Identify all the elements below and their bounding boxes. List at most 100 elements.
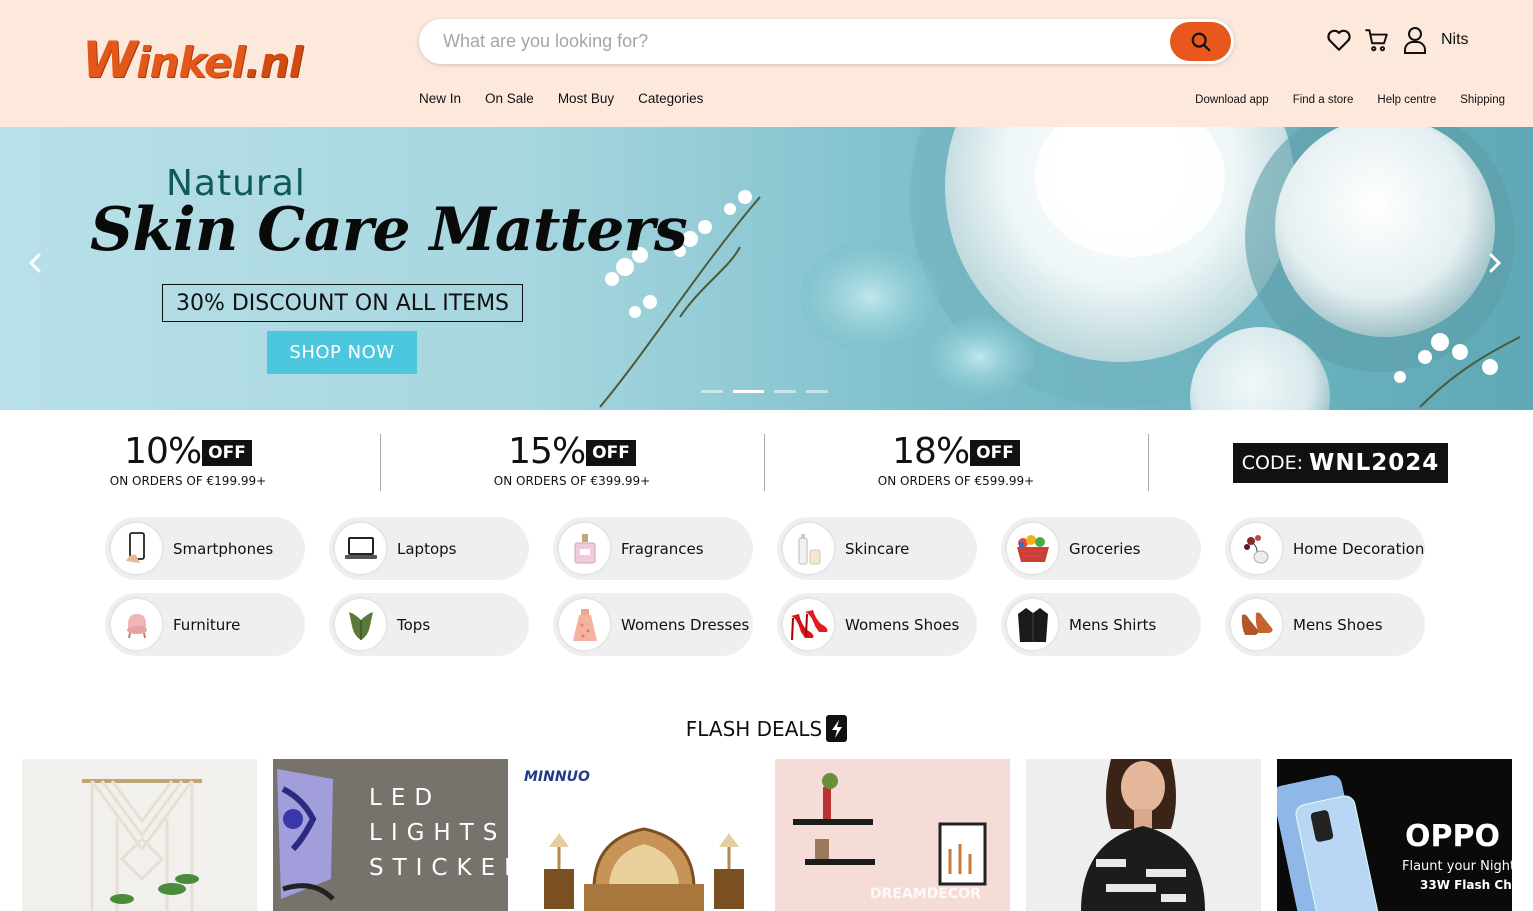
promo-code[interactable]: CODE: WNL2024 bbox=[1233, 443, 1448, 483]
category-thumb bbox=[1005, 597, 1060, 652]
cart-icon bbox=[1365, 29, 1388, 52]
offer-18: 18% OFF ON ORDERS OF €599.99+ bbox=[836, 430, 1076, 489]
shop-now-button[interactable]: SHOP NOW bbox=[267, 331, 417, 374]
category-name: Groceries bbox=[1069, 539, 1141, 558]
macrame-wall-hanging-image bbox=[82, 779, 202, 911]
nav-most-buy[interactable]: Most Buy bbox=[558, 90, 614, 108]
user-name[interactable]: Nits bbox=[1441, 31, 1469, 49]
category-womens-dresses[interactable]: Womens Dresses bbox=[553, 593, 753, 656]
nav-download-app[interactable]: Download app bbox=[1195, 92, 1269, 108]
category-name: Tops bbox=[397, 615, 431, 634]
search-input[interactable] bbox=[443, 19, 1163, 64]
carousel-indicators bbox=[701, 390, 838, 393]
header-actions: Nits bbox=[1325, 26, 1469, 54]
offer-off-badge: OFF bbox=[586, 440, 636, 466]
offer-10: 10% OFF ON ORDERS OF €199.99+ bbox=[68, 430, 308, 489]
flash-deals-title: FLASH DEALS bbox=[685, 716, 823, 741]
nav-new-in[interactable]: New In bbox=[419, 90, 461, 108]
category-name: Laptops bbox=[397, 539, 457, 558]
search-button[interactable] bbox=[1170, 22, 1231, 61]
cart-button[interactable] bbox=[1363, 26, 1391, 54]
category-home-decoration[interactable]: Home Decoration bbox=[1225, 517, 1425, 580]
carousel-dot-active[interactable] bbox=[733, 390, 764, 393]
category-name: Fragrances bbox=[621, 539, 704, 558]
chevron-left-icon bbox=[28, 253, 41, 273]
category-thumb bbox=[333, 521, 388, 576]
carousel-next-button[interactable] bbox=[1483, 251, 1507, 275]
category-thumb bbox=[557, 521, 612, 576]
offer-divider bbox=[764, 434, 765, 491]
category-thumb bbox=[1005, 521, 1060, 576]
flash-deal-led-stickers[interactable]: LED LIGHTS STICKER bbox=[273, 759, 508, 911]
carousel-prev-button[interactable] bbox=[23, 251, 47, 275]
main-nav: New In On Sale Most Buy Categories bbox=[419, 90, 727, 108]
perfume-icon bbox=[574, 533, 595, 563]
category-womens-shoes[interactable]: Womens Shoes bbox=[777, 593, 977, 656]
high-heel-icon bbox=[790, 609, 827, 640]
carousel-dot[interactable] bbox=[806, 390, 828, 393]
user-icon bbox=[1404, 27, 1426, 54]
carousel-dot[interactable] bbox=[701, 390, 723, 393]
deal-oppo-charge: 33W Flash Cha bbox=[1420, 878, 1512, 892]
category-mens-shoes[interactable]: Mens Shoes bbox=[1225, 593, 1425, 656]
flash-deal-bed[interactable]: MINNUO bbox=[524, 759, 759, 911]
category-name: Skincare bbox=[845, 539, 910, 558]
category-thumb bbox=[781, 597, 836, 652]
category-groceries[interactable]: Groceries bbox=[1001, 517, 1201, 580]
site-logo[interactable]: Winkel .nl bbox=[82, 34, 303, 89]
category-name: Mens Shoes bbox=[1293, 615, 1383, 634]
offer-percent: 15% bbox=[508, 431, 586, 472]
deal-led-line2: LIGHTS bbox=[369, 820, 507, 846]
nav-categories[interactable]: Categories bbox=[638, 90, 703, 108]
lightning-icon bbox=[826, 715, 848, 742]
offer-divider bbox=[380, 434, 381, 491]
category-fragrances[interactable]: Fragrances bbox=[553, 517, 753, 580]
nav-shipping[interactable]: Shipping bbox=[1460, 92, 1505, 108]
nav-find-store[interactable]: Find a store bbox=[1293, 92, 1354, 108]
wishlist-button[interactable] bbox=[1325, 26, 1353, 54]
nav-help-centre[interactable]: Help centre bbox=[1377, 92, 1436, 108]
category-laptops[interactable]: Laptops bbox=[329, 517, 529, 580]
flash-deal-oppo-phone[interactable]: OPPO F Flaunt your Night 33W Flash Cha bbox=[1277, 759, 1512, 911]
category-name: Womens Shoes bbox=[845, 615, 960, 634]
grocery-basket-icon bbox=[1016, 534, 1049, 562]
offer-off-badge: OFF bbox=[970, 440, 1020, 466]
offer-condition: ON ORDERS OF €399.99+ bbox=[493, 474, 651, 488]
site-header: Winkel.nl Nits New In On Sale Most Buy C… bbox=[0, 0, 1533, 127]
promo-code-value: WNL2024 bbox=[1308, 450, 1440, 476]
dress-icon bbox=[572, 608, 597, 641]
classic-bed-image bbox=[544, 827, 744, 911]
category-skincare[interactable]: Skincare bbox=[777, 517, 977, 580]
offer-condition: ON ORDERS OF €199.99+ bbox=[109, 474, 267, 488]
carousel-dot[interactable] bbox=[774, 390, 796, 393]
nav-on-sale[interactable]: On Sale bbox=[485, 90, 534, 108]
category-mens-shirts[interactable]: Mens Shirts bbox=[1001, 593, 1201, 656]
flash-deal-sweater[interactable] bbox=[1026, 759, 1261, 911]
category-smartphones[interactable]: Smartphones bbox=[105, 517, 305, 580]
category-thumb bbox=[1229, 597, 1284, 652]
flash-deals-heading: FLASH DEALS bbox=[0, 715, 1533, 742]
category-thumb bbox=[109, 597, 164, 652]
flash-deal-macrame[interactable] bbox=[22, 759, 257, 911]
deal-led-line3: STICKER bbox=[369, 855, 508, 881]
promo-code-label: CODE: bbox=[1241, 452, 1303, 474]
hero-discount: 30% DISCOUNT ON ALL ITEMS bbox=[162, 284, 523, 322]
hero-banner: Natural Skin Care Matters 30% DISCOUNT O… bbox=[0, 127, 1533, 410]
category-thumb bbox=[781, 521, 836, 576]
search-icon bbox=[1191, 32, 1210, 51]
account-button[interactable] bbox=[1401, 26, 1429, 54]
deal-brand-dreamdecor: DREAMDECOR bbox=[870, 886, 981, 902]
deal-oppo-tagline: Flaunt your Night bbox=[1402, 859, 1512, 874]
home-decor-vase-icon bbox=[1243, 534, 1268, 563]
category-furniture[interactable]: Furniture bbox=[105, 593, 305, 656]
offer-15: 15% OFF ON ORDERS OF €399.99+ bbox=[452, 430, 692, 489]
category-name: Furniture bbox=[173, 615, 241, 634]
flash-deal-wall-shelf[interactable]: DREAMDECOR bbox=[775, 759, 1010, 911]
mens-shoe-icon bbox=[1241, 612, 1273, 635]
model-sweater-image bbox=[1081, 759, 1205, 911]
search-bar bbox=[419, 19, 1234, 64]
category-tops[interactable]: Tops bbox=[329, 593, 529, 656]
category-name: Smartphones bbox=[173, 539, 274, 558]
category-name: Mens Shirts bbox=[1069, 615, 1157, 634]
offer-percent: 10% bbox=[124, 431, 202, 472]
